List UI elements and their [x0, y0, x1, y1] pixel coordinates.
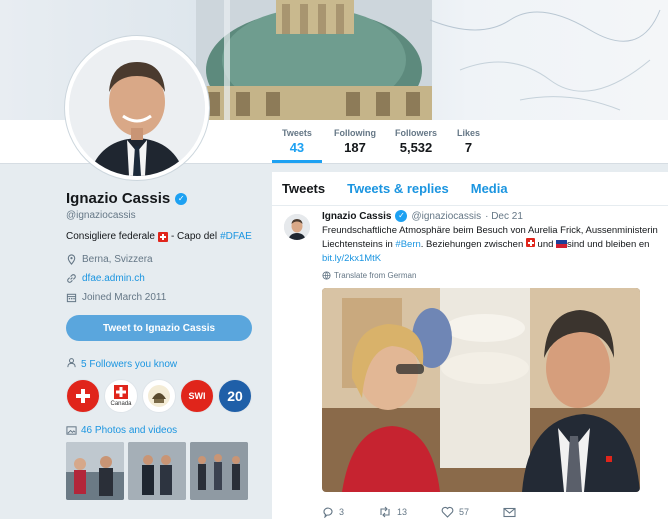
timeline: Tweets Tweets & replies Media Ignazio Ca…: [272, 172, 668, 519]
translate-link[interactable]: Translate from German: [322, 271, 668, 280]
verified-badge-icon: ✓: [395, 210, 408, 222]
tab-tweets-replies[interactable]: Tweets & replies: [347, 181, 449, 196]
swiss-flag-icon: [157, 231, 168, 242]
avatar-portrait-image: [69, 40, 205, 176]
media-thumbnail[interactable]: [66, 442, 124, 500]
calendar-icon: [66, 293, 77, 303]
timeline-tabs: Tweets Tweets & replies Media: [272, 172, 668, 206]
profile-bio: Consigliere federale - Capo del #DFAE: [66, 231, 252, 242]
stat-tweets[interactable]: Tweets 43: [282, 128, 312, 155]
person-icon: [66, 357, 77, 371]
profile-name[interactable]: Ignazio Cassis: [66, 190, 170, 207]
stat-likes[interactable]: Likes 7: [457, 128, 480, 155]
profile-handle[interactable]: @ignaziocassis: [66, 210, 266, 221]
media-thumbnail[interactable]: [128, 442, 186, 500]
profile-sidebar: Ignazio Cassis ✓ @ignaziocassis Consigli…: [66, 190, 266, 500]
globe-icon: [322, 271, 331, 280]
map-overlay-image: [429, 9, 661, 111]
tweet-author-handle[interactable]: @ignaziocassis: [411, 211, 481, 222]
like-button[interactable]: 57: [441, 506, 469, 518]
twenty-minutes-logo[interactable]: 20: [218, 379, 252, 413]
profile-avatar[interactable]: [65, 36, 209, 180]
reply-button[interactable]: 3: [322, 506, 344, 518]
follower-avatars: Canada SWI 20: [66, 379, 266, 413]
tweet-actions: 3 13 57: [322, 506, 516, 518]
retweet-icon: [380, 506, 390, 518]
bern-hashtag-link[interactable]: #Bern: [395, 239, 420, 250]
reply-icon: [323, 507, 333, 518]
tweet-photo[interactable]: [322, 288, 640, 492]
liechtenstein-flag-icon: [556, 240, 568, 249]
emblem-logo[interactable]: [142, 379, 176, 413]
website-link[interactable]: dfae.admin.ch: [82, 273, 145, 284]
tweet-date[interactable]: · Dec 21: [485, 211, 523, 222]
retweet-button[interactable]: 13: [378, 506, 407, 518]
meeting-photo-image: [322, 288, 640, 492]
profile-website: dfae.admin.ch: [66, 273, 266, 284]
tab-media[interactable]: Media: [471, 181, 508, 196]
tweet-text-line-2: Liechtensteins in #Bern. Beziehungen zwi…: [322, 238, 650, 250]
swi-logo[interactable]: SWI: [180, 379, 214, 413]
profile-joined: Joined March 2011: [66, 292, 266, 303]
stat-followers[interactable]: Followers 5,532: [395, 128, 437, 155]
canada-logo[interactable]: Canada: [104, 379, 138, 413]
verified-badge-icon: ✓: [175, 192, 188, 205]
swiss-flag-icon: [525, 238, 535, 247]
parliament-dome-image: [196, 0, 432, 122]
tweet-url-link[interactable]: bit.ly/2kx1MtK: [322, 253, 381, 264]
envelope-icon: [503, 507, 516, 517]
tweet-author-name[interactable]: Ignazio Cassis: [322, 211, 391, 222]
active-stat-underline: [272, 160, 322, 163]
photos-videos-link[interactable]: 46 Photos and videos: [66, 425, 266, 436]
followers-you-know-link[interactable]: 5 Followers you know: [66, 357, 266, 371]
link-icon: [67, 274, 76, 283]
heart-icon: [441, 506, 454, 518]
tweet-author-avatar[interactable]: [284, 214, 310, 240]
tweet-to-button[interactable]: Tweet to Ignazio Cassis: [66, 315, 252, 341]
direct-message-button[interactable]: [503, 507, 516, 518]
dfae-hashtag-link[interactable]: #DFAE: [220, 231, 252, 242]
media-grid: [66, 442, 266, 500]
stat-following[interactable]: Following 187: [334, 128, 376, 155]
image-icon: [66, 426, 77, 435]
tweet-text-line-1: Freundschaftliche Atmosphäre beim Besuch…: [322, 225, 658, 236]
profile-location: Berna, Svizzera: [66, 254, 266, 265]
tab-tweets[interactable]: Tweets: [282, 181, 325, 196]
location-pin-icon: [67, 254, 76, 265]
media-thumbnail[interactable]: [190, 442, 248, 500]
swiss-cross-logo[interactable]: [66, 379, 100, 413]
